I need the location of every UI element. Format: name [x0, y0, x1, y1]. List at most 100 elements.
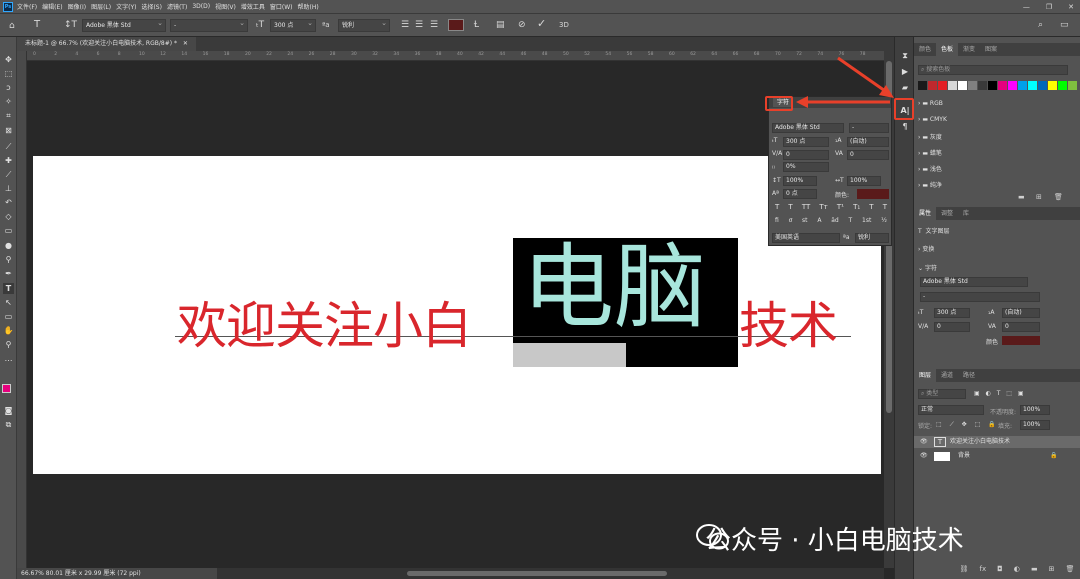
font-style-select[interactable]: -	[170, 18, 248, 32]
swatch-search-input[interactable]: ⌕ 搜索色板	[918, 65, 1068, 75]
link-icon[interactable]: ⛓	[960, 565, 969, 577]
swatch[interactable]	[938, 81, 947, 90]
photoshop-logo-icon[interactable]: Ps	[3, 1, 13, 12]
align-left-icon[interactable]: ☰	[401, 20, 409, 30]
canvas-area[interactable]: 欢迎关注小白 电脑 技术	[27, 61, 884, 568]
style-button[interactable]: Tт	[819, 203, 827, 213]
swatch[interactable]	[958, 81, 967, 90]
props-leading[interactable]: (自动)	[1002, 308, 1040, 318]
menu-type[interactable]: 文字(Y)	[116, 2, 136, 11]
move-tool-icon[interactable]: ✥	[3, 54, 14, 65]
healing-brush-icon[interactable]: ✚	[3, 155, 14, 166]
opentype-button[interactable]: 1st	[862, 217, 871, 227]
char-vscale[interactable]: 100%	[783, 176, 817, 186]
text-color-swatch[interactable]	[448, 19, 464, 31]
swatch-group[interactable]: › ▬ 纯净	[918, 180, 942, 189]
char-size[interactable]: 300 点	[783, 137, 829, 147]
menu-layer[interactable]: 图层(L)	[91, 2, 111, 11]
props-tracking[interactable]: 0	[1002, 322, 1040, 332]
opentype-button[interactable]: st	[802, 217, 807, 227]
opentype-button[interactable]: A	[817, 217, 821, 227]
swatch-group[interactable]: › ▬ CMYK	[918, 116, 947, 123]
eraser-icon[interactable]: ◇	[3, 211, 14, 222]
menu-3d[interactable]: 3D(D)	[192, 3, 210, 10]
mask-icon[interactable]: ◘	[997, 565, 1003, 577]
style-button[interactable]: T	[869, 203, 873, 213]
opentype-button[interactable]: ơ	[789, 217, 793, 227]
props-font-family[interactable]: Adobe 黑体 Std	[920, 277, 1028, 287]
tab-color[interactable]: 颜色	[914, 43, 936, 56]
fx-icon[interactable]: fx	[979, 565, 986, 577]
3d-icon[interactable]: 3D	[559, 20, 569, 30]
menu-file[interactable]: 文件(F)	[17, 2, 37, 11]
menu-window[interactable]: 窗口(W)	[270, 2, 293, 11]
menu-edit[interactable]: 编辑(E)	[42, 2, 62, 11]
character-section[interactable]: ⌄ 字符	[918, 263, 937, 272]
type-tool-active-icon[interactable]: T	[3, 283, 14, 294]
tab-layers[interactable]: 图层	[914, 369, 937, 382]
layer-filter-select[interactable]: ⌕ 类型	[918, 389, 966, 399]
menu-filter[interactable]: 滤镜(T)	[167, 2, 187, 11]
layer-row-text[interactable]: 👁 T 欢迎关注小白电脑技术	[914, 436, 1080, 448]
font-family-select[interactable]: Adobe 黑体 Std	[82, 18, 166, 32]
paragraph-panel-icon[interactable]: ¶	[900, 122, 910, 132]
eyedropper-icon[interactable]: ⟋	[3, 141, 14, 152]
tab-paths[interactable]: 路径	[958, 369, 980, 382]
menu-plugins[interactable]: 增效工具	[241, 2, 265, 11]
swatch[interactable]	[968, 81, 977, 90]
opentype-button[interactable]: ād	[831, 217, 839, 227]
style-button[interactable]: T	[883, 203, 887, 213]
hand-tool-icon[interactable]: ✋	[3, 325, 14, 336]
swatch-group[interactable]: › ▬ 蜡笔	[918, 148, 942, 157]
tab-close-icon[interactable]: ✕	[183, 40, 188, 47]
char-color-swatch[interactable]	[857, 189, 889, 199]
search-icon[interactable]: ⌕	[1038, 20, 1043, 30]
swatch-group[interactable]: › ▬ RGB	[918, 100, 943, 107]
cancel-icon[interactable]: ⊘	[518, 20, 526, 30]
lasso-tool-icon[interactable]: ↄ	[3, 82, 14, 93]
tab-properties[interactable]: 属性	[914, 207, 937, 220]
quick-mask-icon[interactable]: ◙	[3, 405, 14, 416]
swatch[interactable]	[1008, 81, 1017, 90]
history-brush-icon[interactable]: ↶	[3, 197, 14, 208]
visibility-eye-icon[interactable]: 👁	[920, 450, 928, 462]
stamp-tool-icon[interactable]: ⊥	[3, 183, 14, 194]
props-font-size[interactable]: 300 点	[934, 308, 970, 318]
swatch-group[interactable]: › ▬ 灰度	[918, 132, 942, 141]
style-button[interactable]: TT	[802, 203, 810, 213]
swatch[interactable]	[1038, 81, 1047, 90]
char-hscale[interactable]: 100%	[847, 176, 881, 186]
document-canvas[interactable]: 欢迎关注小白 电脑 技术	[33, 156, 881, 474]
align-right-icon[interactable]: ☰	[430, 20, 438, 30]
swatch[interactable]	[978, 81, 987, 90]
canvas-text-before[interactable]: 欢迎关注小白	[177, 286, 472, 358]
horizontal-scroll-thumb[interactable]	[407, 571, 667, 576]
swatch[interactable]	[998, 81, 1007, 90]
folder-icon[interactable]: ▬	[1031, 565, 1038, 577]
trash-icon[interactable]: 🗑	[1066, 565, 1075, 577]
zoom-tool-icon[interactable]: ⚲	[3, 339, 14, 350]
char-font-style[interactable]: -	[849, 123, 889, 133]
fill-input[interactable]: 100%	[1020, 420, 1050, 430]
tab-gradients[interactable]: 渐变	[958, 43, 980, 56]
props-font-style[interactable]: -	[920, 292, 1040, 302]
style-button[interactable]: T	[788, 203, 792, 213]
char-font-family[interactable]: Adobe 黑体 Std	[772, 123, 844, 133]
pen-tool-icon[interactable]: ✒	[3, 268, 14, 279]
canvas-text-highlight[interactable]: 电脑	[522, 238, 706, 338]
opentype-button[interactable]: T	[849, 217, 853, 227]
home-icon[interactable]: ⌂	[9, 21, 15, 31]
char-kerning[interactable]: 0	[783, 150, 829, 160]
swatch[interactable]	[1028, 81, 1037, 90]
lock-icons[interactable]: ⬚ ⟋ ✥ ⬚ 🔒	[936, 421, 999, 429]
opentype-button[interactable]: ½	[881, 217, 887, 227]
minimize-icon[interactable]: —	[1023, 3, 1030, 11]
path-select-icon[interactable]: ↖	[3, 297, 14, 308]
char-tracking[interactable]: 0	[847, 150, 889, 160]
swatch-group[interactable]: › ▬ 浅色	[918, 164, 942, 173]
char-language[interactable]: 美国英语	[772, 233, 840, 243]
style-button[interactable]: T₁	[853, 203, 860, 213]
props-color-swatch[interactable]	[1002, 336, 1040, 345]
tab-adjustments[interactable]: 调整	[936, 207, 958, 220]
screen-mode-icon[interactable]: ⧉	[3, 419, 14, 430]
